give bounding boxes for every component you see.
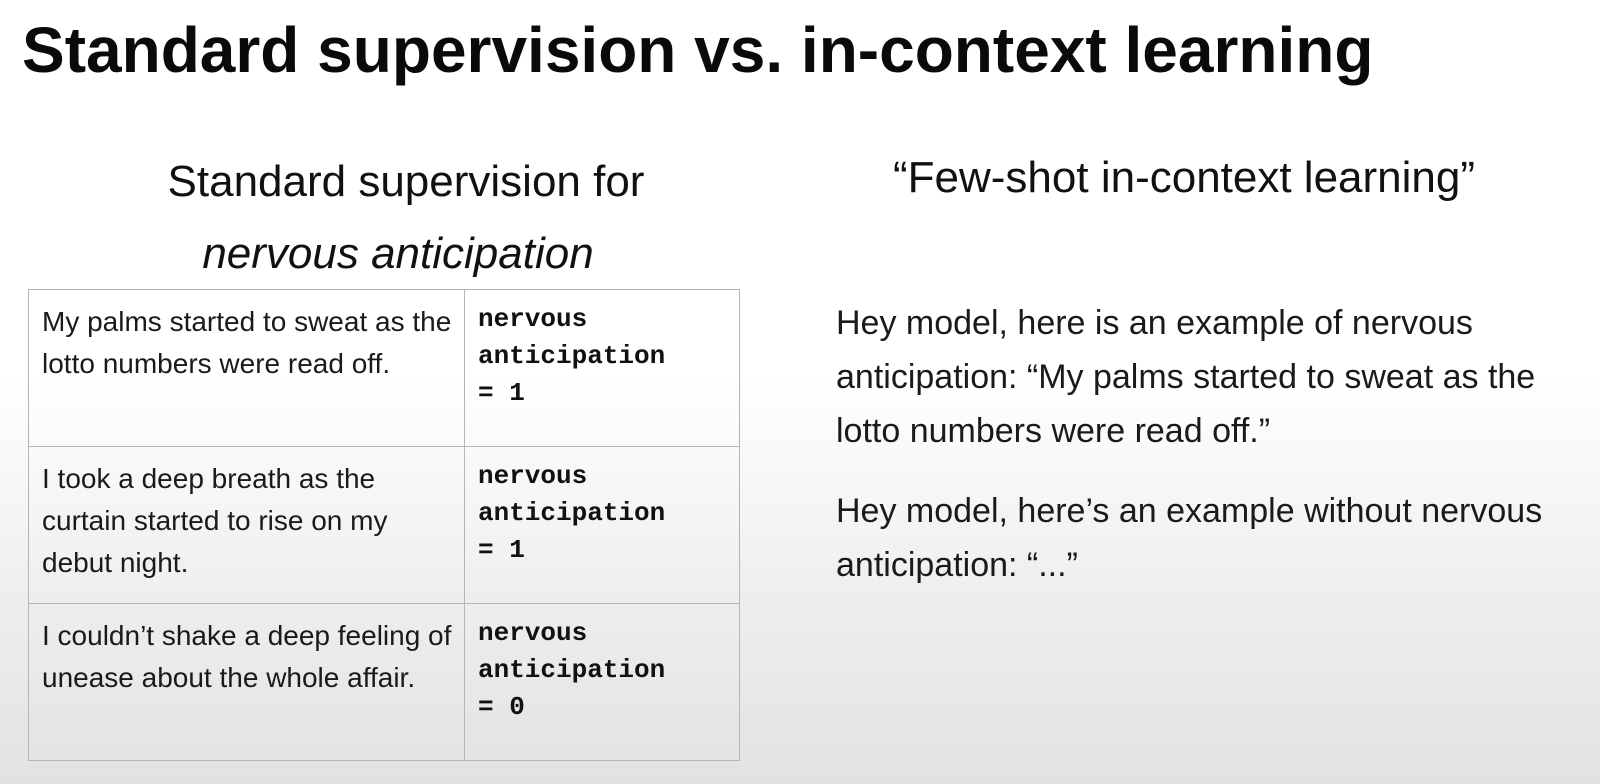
standard-supervision-heading-line1: Standard supervision for	[167, 157, 645, 206]
example-sentence: My palms started to sweat as the lotto n…	[28, 289, 465, 447]
example-label: nervous anticipation = 0	[464, 603, 740, 761]
label-value: = 1	[478, 378, 525, 408]
label-line: nervous	[478, 304, 588, 334]
few-shot-heading: “Few-shot in-context learning”	[893, 153, 1476, 202]
example-label: nervous anticipation = 1	[464, 446, 740, 604]
label-line: nervous	[478, 618, 588, 648]
label-line: anticipation	[478, 341, 666, 371]
example-sentence: I couldn’t shake a deep feeling of uneas…	[28, 603, 465, 761]
table-row: I took a deep breath as the curtain star…	[28, 446, 740, 604]
label-line: nervous	[478, 461, 588, 491]
standard-supervision-heading: Standard supervision for nervous anticip…	[28, 146, 800, 290]
label-value: = 0	[478, 692, 525, 722]
slide-title: Standard supervision vs. in-context lear…	[22, 14, 1374, 86]
example-label: nervous anticipation = 1	[464, 289, 740, 447]
table-row: I couldn’t shake a deep feeling of uneas…	[28, 603, 740, 761]
table-row: My palms started to sweat as the lotto n…	[28, 289, 740, 447]
standard-supervision-heading-line2: nervous anticipation	[202, 229, 594, 278]
label-line: anticipation	[478, 498, 666, 528]
negative-example-paragraph: Hey model, here’s an example without ner…	[836, 492, 1543, 584]
positive-example-paragraph: Hey model, here is an example of nervous…	[836, 304, 1536, 450]
example-sentence: I took a deep breath as the curtain star…	[28, 446, 465, 604]
label-line: anticipation	[478, 655, 666, 685]
supervision-examples-table: My palms started to sweat as the lotto n…	[28, 289, 740, 761]
few-shot-prompt-text: Hey model, here is an example of nervous…	[836, 296, 1596, 618]
label-value: = 1	[478, 535, 525, 565]
